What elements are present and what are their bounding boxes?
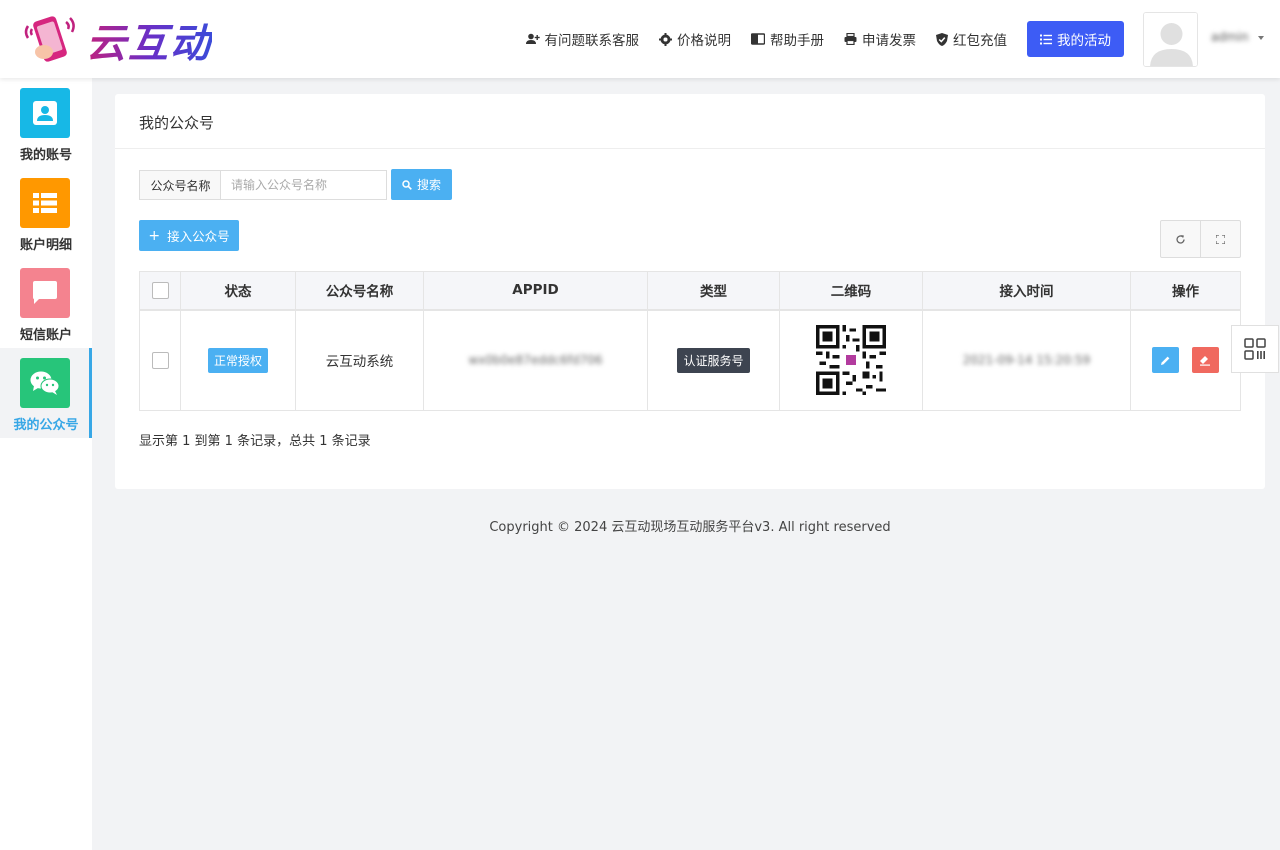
actions-cell — [1130, 309, 1241, 411]
contact-card-icon — [33, 101, 57, 125]
sidebar-tile — [20, 358, 70, 408]
column-header[interactable]: 类型 — [647, 271, 780, 311]
qrcode-cell — [779, 309, 923, 411]
book-icon — [751, 33, 765, 45]
add-official-account-button[interactable]: + 接入公众号 — [139, 220, 239, 251]
qr-code-image[interactable] — [816, 325, 886, 396]
plus-icon: + — [148, 227, 161, 244]
select-cell — [139, 309, 181, 411]
sidebar-tile — [20, 268, 70, 318]
nav-label: 价格说明 — [677, 33, 731, 49]
row-checkbox[interactable] — [151, 351, 169, 369]
status-badge: 正常授权 — [207, 347, 268, 373]
eraser-icon — [1200, 355, 1211, 366]
sidebar-item-label: 我的公众号 — [13, 418, 79, 433]
main-panel: 我的公众号 公众号名称 搜索 + 接入公众号 状态 公众号名称 APPID 类型… — [115, 94, 1265, 489]
sidebar-tile — [20, 88, 70, 138]
nav-pricing[interactable]: 价格说明 — [659, 29, 731, 49]
sidebar-item-sms-account[interactable]: 短信账户 — [0, 258, 92, 348]
top-nav: 有问题联系客服 价格说明 帮助手册 申请发票 红包充值 我的活动 — [506, 21, 1124, 57]
gear-icon — [659, 32, 672, 46]
user-avatar[interactable] — [1143, 12, 1198, 67]
shield-check-icon — [936, 32, 948, 46]
column-header[interactable]: 操作 — [1130, 271, 1241, 311]
column-header[interactable]: 公众号名称 — [295, 271, 424, 311]
sidebar-item-my-official-account[interactable]: 我的公众号 — [0, 348, 92, 438]
fullscreen-icon — [1216, 234, 1225, 244]
divider — [115, 148, 1265, 149]
nav-label: 红包充值 — [953, 33, 1007, 49]
list-icon — [1040, 34, 1052, 44]
nav-contact-service[interactable]: 有问题联系客服 — [525, 29, 640, 49]
official-accounts-table: 状态 公众号名称 APPID 类型 二维码 接入时间 操作 正常授权 云互动系统… — [139, 271, 1241, 411]
column-header[interactable]: 状态 — [180, 271, 296, 311]
phone-logo-icon — [24, 16, 75, 62]
sidebar: 我的账号 账户明细 短信账户 我的公众号 — [0, 78, 92, 850]
access-time-value: 2021-09-14 15:20:59 — [962, 353, 1091, 368]
column-header[interactable]: APPID — [423, 271, 648, 311]
select-all-cell — [139, 271, 181, 311]
type-badge: 认证服务号 — [677, 347, 750, 373]
pencil-icon — [1161, 356, 1170, 365]
nav-invoice[interactable]: 申请发票 — [844, 29, 916, 49]
sidebar-tile — [20, 178, 70, 228]
search-button-label: 搜索 — [416, 178, 441, 192]
brand-logo[interactable]: 云互动 — [22, 12, 212, 68]
sidebar-item-label: 我的账号 — [19, 148, 72, 163]
brand-name: 云互动 — [86, 11, 212, 69]
sidebar-item-account-details[interactable]: 账户明细 — [0, 168, 92, 258]
refresh-icon — [1176, 234, 1185, 244]
table-header-row: 状态 公众号名称 APPID 类型 二维码 接入时间 操作 — [139, 271, 1241, 311]
search-input[interactable] — [220, 170, 387, 200]
column-header[interactable]: 二维码 — [779, 271, 923, 311]
default-avatar-icon — [1144, 13, 1197, 66]
user-menu-caret-icon[interactable] — [1258, 36, 1264, 40]
sidebar-item-label: 账户明细 — [19, 238, 72, 253]
wechat-icon — [30, 371, 60, 395]
status-cell: 正常授权 — [180, 309, 296, 411]
pagination-info: 显示第 1 到第 1 条记录，总共 1 条记录 — [139, 434, 371, 449]
column-header[interactable]: 接入时间 — [922, 271, 1131, 311]
qr-scan-icon — [1244, 338, 1266, 360]
appid-value: wx0b0e87eddc6fd706 — [468, 353, 603, 368]
select-all-checkbox[interactable] — [151, 281, 169, 299]
fullscreen-button[interactable] — [1200, 221, 1240, 257]
my-activity-button[interactable]: 我的活动 — [1027, 21, 1124, 57]
search-field-label: 公众号名称 — [139, 170, 221, 200]
search-button[interactable]: 搜索 — [391, 169, 452, 200]
user-plus-icon — [525, 33, 540, 44]
table-toolbar — [1160, 220, 1241, 258]
sidebar-item-label: 短信账户 — [19, 328, 72, 343]
nav-help-manual[interactable]: 帮助手册 — [751, 29, 824, 49]
account-name-cell: 云互动系统 — [295, 309, 424, 411]
my-activity-label: 我的活动 — [1057, 33, 1111, 49]
appid-cell: wx0b0e87eddc6fd706 — [423, 309, 648, 411]
edit-button[interactable] — [1152, 347, 1180, 374]
add-button-label: 接入公众号 — [167, 229, 230, 244]
nav-label: 申请发票 — [862, 33, 916, 49]
sidebar-item-my-account[interactable]: 我的账号 — [0, 78, 92, 168]
nav-label: 有问题联系客服 — [544, 33, 640, 49]
access-time-cell: 2021-09-14 15:20:59 — [922, 309, 1131, 411]
footer-copyright: Copyright © 2024 云互动现场互动服务平台v3. All righ… — [489, 520, 891, 535]
top-header: 云互动 有问题联系客服 价格说明 帮助手册 申请发票 红包充值 我的活动 adm… — [0, 0, 1280, 78]
list-icon — [33, 193, 57, 213]
type-cell: 认证服务号 — [647, 309, 780, 411]
nav-label: 帮助手册 — [770, 33, 824, 49]
nav-redpacket-recharge[interactable]: 红包充值 — [936, 29, 1007, 49]
printer-icon — [844, 33, 857, 45]
table-row: 正常授权 云互动系统 wx0b0e87eddc6fd706 认证服务号 2021… — [139, 309, 1241, 411]
user-name[interactable]: admin — [1211, 30, 1257, 46]
floating-qr-button[interactable] — [1231, 325, 1279, 373]
chat-bubble-icon — [33, 281, 57, 304]
page-title: 我的公众号 — [139, 114, 215, 132]
search-icon — [402, 179, 412, 190]
refresh-button[interactable] — [1161, 221, 1200, 257]
remove-button[interactable] — [1191, 347, 1219, 374]
